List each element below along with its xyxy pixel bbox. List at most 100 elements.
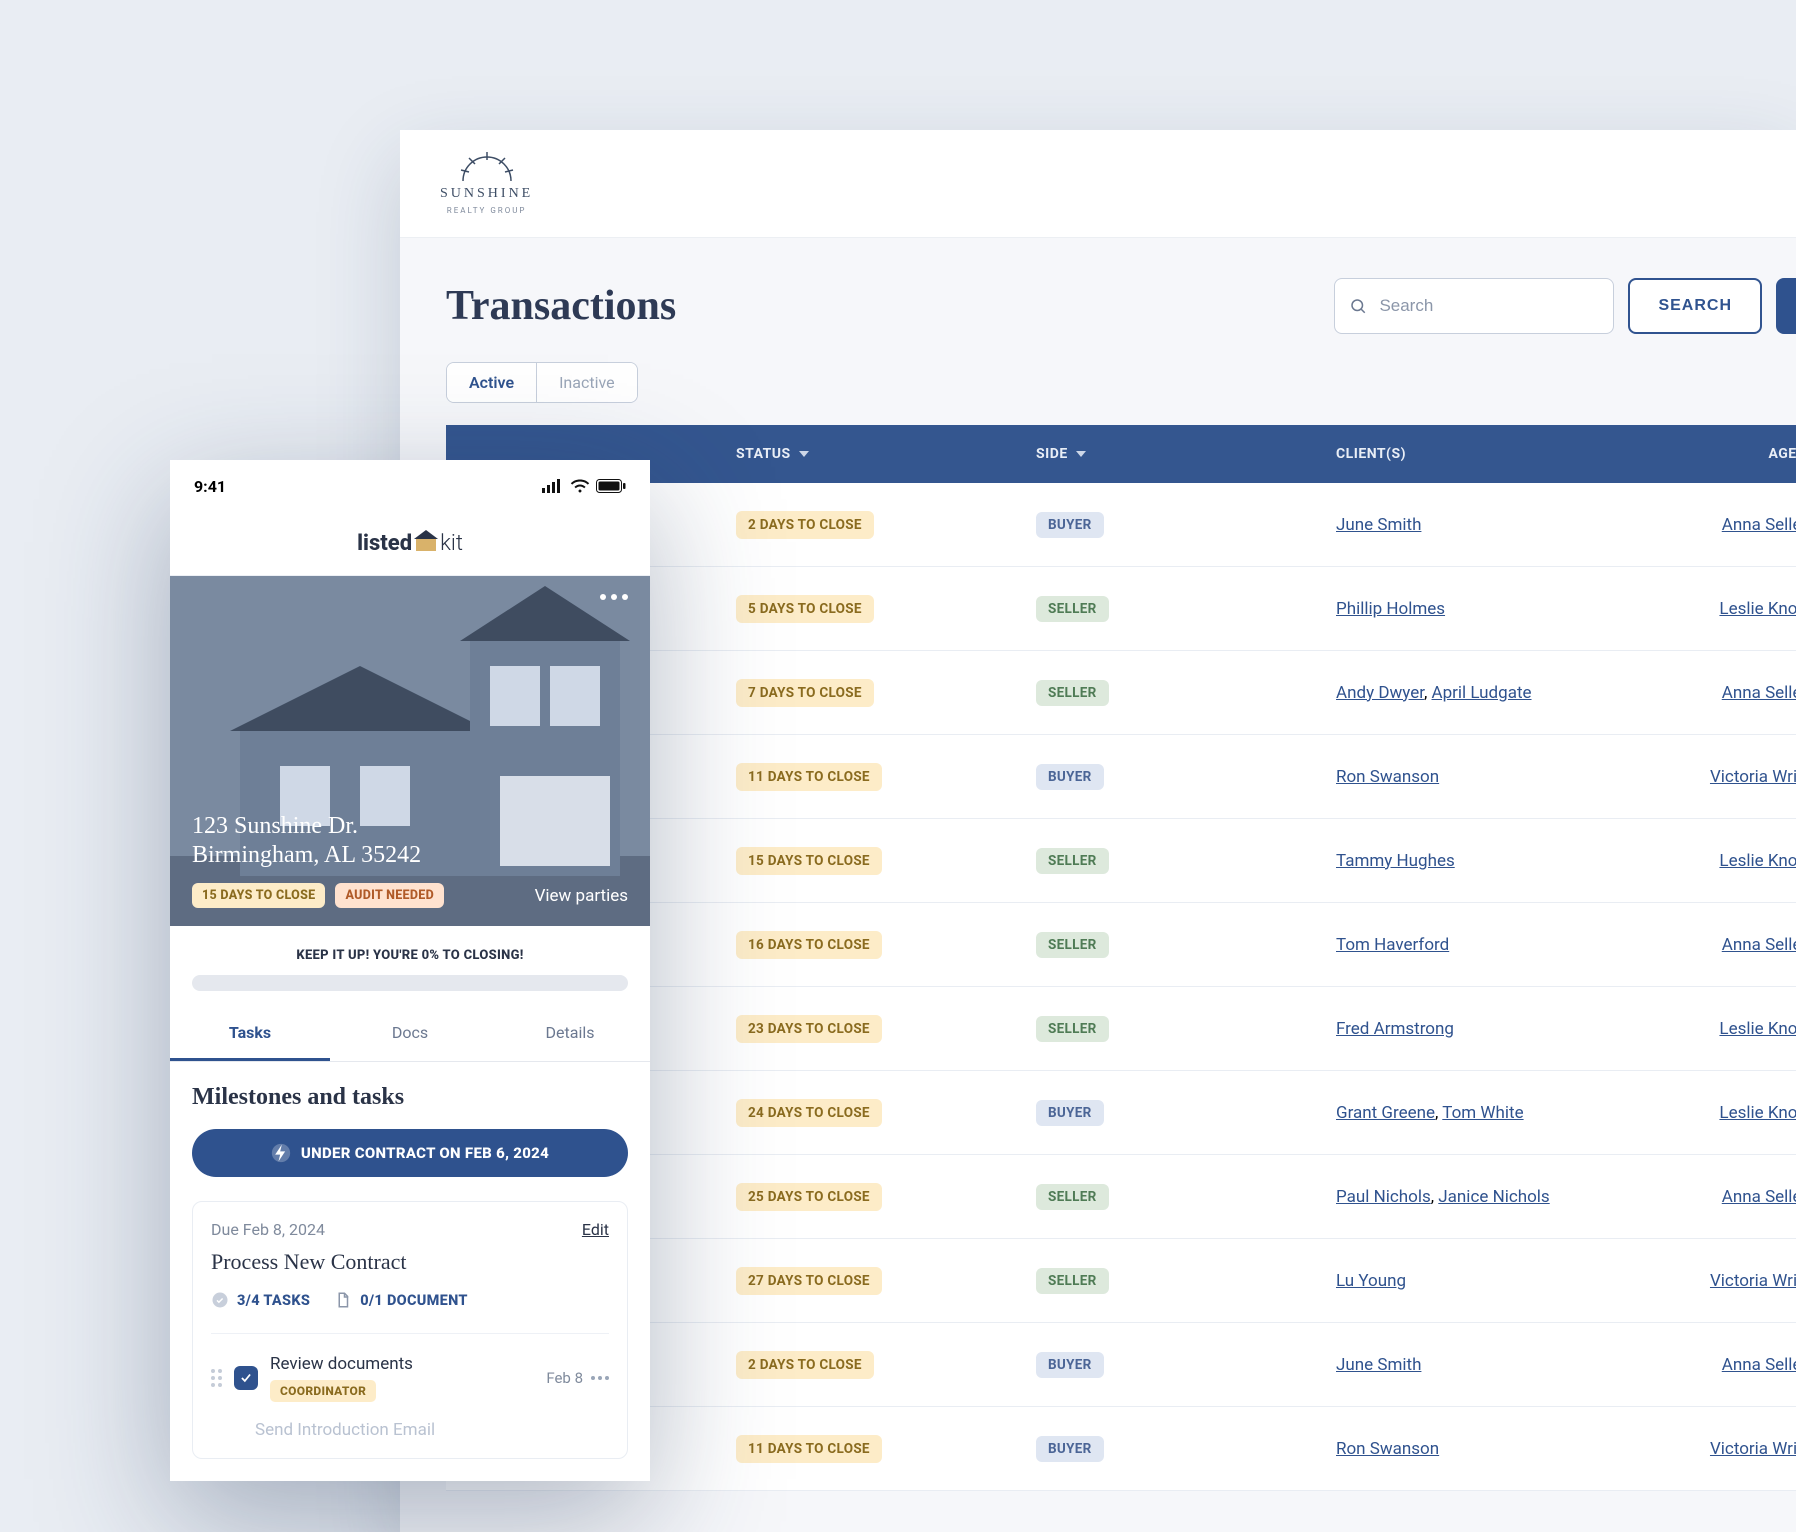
col-clients[interactable]: CLIENT(S)	[1336, 446, 1636, 462]
agent-link[interactable]: Anna Sellers	[1722, 1187, 1796, 1207]
days-to-close-pill: 23 DAYS TO CLOSE	[736, 1015, 882, 1043]
progress-bar	[192, 975, 628, 991]
cell-side: BUYER	[1036, 1352, 1336, 1378]
col-status[interactable]: STATUS	[736, 446, 1036, 462]
client-link[interactable]: Tom Haverford	[1336, 935, 1449, 955]
agent-link[interactable]: Victoria Wrigh	[1710, 767, 1796, 787]
client-link[interactable]: Ron Swanson	[1336, 767, 1439, 787]
client-link[interactable]: June Smith	[1336, 515, 1421, 535]
tab-docs[interactable]: Docs	[330, 1007, 490, 1061]
search-box[interactable]	[1334, 278, 1614, 334]
cell-side: SELLER	[1036, 680, 1336, 706]
mobile-device: 9:41 listed kit	[170, 460, 650, 1481]
agent-link[interactable]: Leslie Knope	[1719, 1019, 1796, 1039]
agent-link[interactable]: Anna Sellers	[1722, 683, 1796, 703]
check-circle-icon	[211, 1291, 229, 1309]
side-pill: BUYER	[1036, 1352, 1104, 1378]
mobile-brand: listed kit	[170, 512, 650, 576]
agent-link[interactable]: Anna Sellers	[1722, 515, 1796, 535]
days-to-close-pill: 27 DAYS TO CLOSE	[736, 1267, 882, 1295]
side-pill: SELLER	[1036, 1184, 1109, 1210]
cell-side: SELLER	[1036, 1268, 1336, 1294]
hero-overflow-menu[interactable]	[600, 594, 628, 600]
view-parties-link[interactable]: View parties	[535, 886, 628, 906]
agent-link[interactable]: Victoria Wrigh	[1710, 1439, 1796, 1459]
client-link[interactable]: Lu Young	[1336, 1271, 1406, 1291]
tab-inactive[interactable]: Inactive	[536, 363, 637, 402]
check-icon	[239, 1371, 253, 1385]
cell-clients: June Smith	[1336, 515, 1636, 535]
cell-agent: Anna Sellers	[1636, 935, 1796, 955]
drag-handle-icon[interactable]	[211, 1369, 222, 1387]
cell-status: 16 DAYS TO CLOSE	[736, 931, 1036, 959]
task-edit-link[interactable]: Edit	[582, 1220, 609, 1239]
cell-side: SELLER	[1036, 1016, 1336, 1042]
cell-clients: Ron Swanson	[1336, 767, 1636, 787]
tab-active[interactable]: Active	[447, 363, 536, 402]
sort-caret-icon	[1076, 451, 1086, 457]
tab-details[interactable]: Details	[490, 1007, 650, 1061]
agent-link[interactable]: Leslie Knope	[1719, 1103, 1796, 1123]
brand-post: kit	[440, 531, 463, 556]
client-link[interactable]: Tom White	[1442, 1103, 1523, 1123]
property-address-line2: Birmingham, AL 35242	[192, 842, 628, 869]
days-to-close-pill: 16 DAYS TO CLOSE	[736, 931, 882, 959]
brand-name: SUNSHINE	[440, 186, 533, 202]
days-to-close-badge: 15 DAYS TO CLOSE	[192, 883, 325, 908]
col-side[interactable]: SIDE	[1036, 446, 1336, 462]
side-pill: SELLER	[1036, 932, 1109, 958]
status-clock: 9:41	[194, 477, 226, 496]
cell-clients: Fred Armstrong	[1336, 1019, 1636, 1039]
agent-link[interactable]: Leslie Knope	[1719, 851, 1796, 871]
agent-link[interactable]: Anna Sellers	[1722, 935, 1796, 955]
client-link[interactable]: June Smith	[1336, 1355, 1421, 1375]
cell-clients: Phillip Holmes	[1336, 599, 1636, 619]
client-link[interactable]: April Ludgate	[1432, 683, 1532, 703]
side-pill: BUYER	[1036, 512, 1104, 538]
search-icon	[1349, 297, 1367, 315]
client-link[interactable]: Phillip Holmes	[1336, 599, 1445, 619]
agent-link[interactable]: Anna Sellers	[1722, 1355, 1796, 1375]
mobile-status-bar: 9:41	[170, 460, 650, 512]
cell-status: 23 DAYS TO CLOSE	[736, 1015, 1036, 1043]
cell-clients: Paul Nichols, Janice Nichols	[1336, 1187, 1636, 1207]
cell-status: 27 DAYS TO CLOSE	[736, 1267, 1036, 1295]
agent-link[interactable]: Leslie Knope	[1719, 599, 1796, 619]
subtask-overflow-menu[interactable]	[591, 1376, 609, 1380]
cell-side: SELLER	[1036, 932, 1336, 958]
bolt-icon	[271, 1143, 291, 1163]
document-icon	[334, 1291, 352, 1309]
status-filter-tabs: Active Inactive	[446, 362, 638, 403]
primary-action-button[interactable]	[1776, 278, 1796, 334]
tab-tasks[interactable]: Tasks	[170, 1007, 330, 1061]
client-link[interactable]: Ron Swanson	[1336, 1439, 1439, 1459]
client-link[interactable]: Paul Nichols	[1336, 1187, 1431, 1207]
subtask-checkbox[interactable]	[234, 1366, 258, 1390]
client-link[interactable]: Janice Nichols	[1438, 1187, 1549, 1207]
property-hero: 123 Sunshine Dr. Birmingham, AL 35242 15…	[170, 576, 650, 926]
cell-status: 11 DAYS TO CLOSE	[736, 1435, 1036, 1463]
cell-clients: Andy Dwyer, April Ludgate	[1336, 683, 1636, 703]
brand-house-icon	[414, 530, 438, 558]
client-link[interactable]: Grant Greene	[1336, 1103, 1435, 1123]
cell-agent: Anna Sellers	[1636, 683, 1796, 703]
agent-link[interactable]: Victoria Wrigh	[1710, 1271, 1796, 1291]
side-pill: SELLER	[1036, 1016, 1109, 1042]
client-link[interactable]: Tammy Hughes	[1336, 851, 1455, 871]
search-input[interactable]	[1379, 296, 1599, 316]
closing-progress: KEEP IT UP! YOU'RE 0% TO CLOSING!	[170, 926, 650, 1001]
client-link[interactable]: Fred Armstrong	[1336, 1019, 1454, 1039]
cell-side: SELLER	[1036, 1184, 1336, 1210]
cell-side: BUYER	[1036, 764, 1336, 790]
task-due: Due Feb 8, 2024	[211, 1220, 325, 1239]
sort-caret-icon	[799, 451, 809, 457]
subtask-row: Review documents COORDINATOR Feb 8	[211, 1333, 609, 1402]
brand-sub: REALTY GROUP	[447, 206, 527, 215]
mobile-tabs: Tasks Docs Details	[170, 1007, 650, 1062]
cell-status: 2 DAYS TO CLOSE	[736, 511, 1036, 539]
brand-logo: SUNSHINE REALTY GROUP	[440, 152, 533, 215]
search-button[interactable]: SEARCH	[1628, 278, 1762, 334]
cell-side: SELLER	[1036, 596, 1336, 622]
col-agent[interactable]: AGENT	[1636, 446, 1796, 462]
client-link[interactable]: Andy Dwyer	[1336, 683, 1424, 703]
